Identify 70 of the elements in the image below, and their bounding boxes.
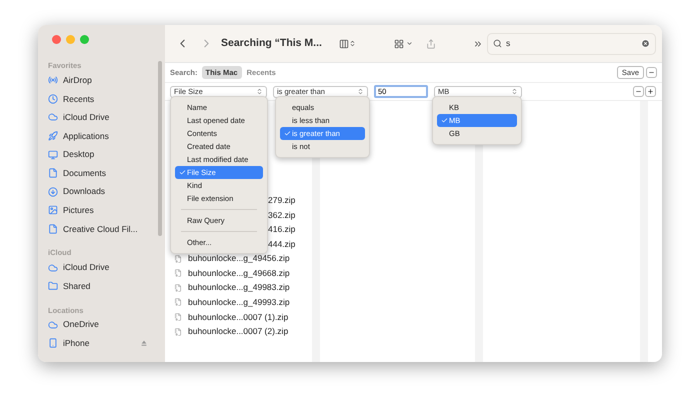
folder-icon bbox=[48, 281, 58, 292]
search-field[interactable]: s bbox=[487, 32, 656, 54]
sidebar-item[interactable]: Recents bbox=[63, 92, 94, 106]
file-name[interactable]: buhounlocke...g_49983.zip bbox=[188, 281, 290, 294]
remove-button[interactable] bbox=[646, 67, 657, 78]
zip-file-icon bbox=[174, 298, 182, 306]
file-name[interactable]: buhounlocke...g_49456.zip bbox=[188, 252, 290, 266]
sidebar-item[interactable]: iCloud Drive bbox=[63, 261, 110, 274]
sidebar-item[interactable]: OneDrive bbox=[63, 318, 99, 332]
checkmark-icon bbox=[284, 130, 290, 137]
plus-icon bbox=[647, 88, 654, 95]
minus-icon bbox=[648, 69, 655, 76]
file-name[interactable]: 444.zip bbox=[268, 238, 296, 250]
more-icon[interactable] bbox=[473, 38, 483, 48]
image-icon bbox=[48, 205, 58, 216]
document-icon bbox=[48, 168, 58, 178]
zoom-window-button[interactable] bbox=[80, 35, 89, 44]
sidebar-item[interactable]: Applications bbox=[63, 130, 109, 142]
close-window-button[interactable] bbox=[52, 35, 61, 44]
remove-rule-button[interactable] bbox=[633, 86, 644, 97]
document-icon bbox=[48, 224, 58, 234]
monitor-icon bbox=[48, 150, 58, 160]
sidebar-item[interactable]: iCloud Drive bbox=[63, 111, 110, 124]
share-icon[interactable] bbox=[426, 38, 436, 48]
chevron-down-icon bbox=[406, 40, 413, 47]
download-icon bbox=[48, 186, 58, 197]
window-title: Searching “This M... bbox=[221, 36, 323, 51]
zip-file-icon bbox=[174, 254, 182, 263]
file-name[interactable]: 416.zip bbox=[268, 223, 296, 236]
sidebar-item[interactable]: AirDrop bbox=[63, 74, 92, 87]
sidebar-item[interactable]: iPhone bbox=[63, 337, 90, 350]
sidebar-item[interactable]: Desktop bbox=[63, 148, 94, 162]
cloud-icon bbox=[48, 262, 58, 273]
sidebar-item[interactable]: Pictures bbox=[63, 204, 94, 217]
search-icon bbox=[493, 39, 502, 48]
updown-icon bbox=[511, 88, 518, 95]
clear-icon[interactable] bbox=[641, 39, 650, 48]
grid-icon bbox=[394, 38, 404, 48]
file-name[interactable]: 362.zip bbox=[268, 208, 296, 222]
eject-icon[interactable] bbox=[141, 340, 147, 346]
updown-icon bbox=[357, 88, 364, 95]
updown-icon bbox=[256, 88, 263, 95]
file-name[interactable]: 279.zip bbox=[268, 194, 296, 207]
minus-icon bbox=[635, 88, 642, 95]
updown-icon bbox=[349, 40, 356, 47]
view-columns-button[interactable] bbox=[339, 38, 356, 48]
file-name[interactable]: buhounlocke...0007 (2).zip bbox=[188, 325, 288, 338]
sidebar-item[interactable]: Documents bbox=[63, 166, 106, 180]
sidebar-item[interactable]: Creative Cloud Fil... bbox=[63, 222, 138, 236]
zip-file-icon bbox=[174, 328, 182, 336]
group-button[interactable] bbox=[394, 38, 413, 48]
phone-icon bbox=[48, 338, 58, 348]
cloud-icon bbox=[48, 320, 58, 330]
file-name[interactable]: buhounlocke...g_49993.zip bbox=[188, 296, 290, 309]
columns-icon bbox=[339, 38, 349, 48]
file-name[interactable]: buhounlocke...g_49668.zip bbox=[188, 266, 290, 280]
add-rule-button[interactable] bbox=[645, 86, 656, 97]
checkmark-icon bbox=[440, 117, 448, 124]
rocket-icon bbox=[48, 131, 58, 142]
sidebar-item[interactable]: Shared bbox=[63, 280, 90, 293]
airdrop-icon bbox=[48, 75, 58, 86]
zip-file-icon bbox=[174, 269, 182, 278]
sidebar-item[interactable]: Downloads bbox=[63, 185, 106, 198]
zip-file-icon bbox=[174, 313, 182, 322]
clock-icon bbox=[48, 94, 58, 104]
cloud-icon bbox=[48, 112, 58, 122]
zip-file-icon bbox=[174, 284, 182, 292]
scrollbar[interactable] bbox=[158, 61, 162, 236]
checkmark-icon bbox=[178, 169, 186, 176]
file-name[interactable]: buhounlocke...0007 (1).zip bbox=[188, 310, 288, 324]
